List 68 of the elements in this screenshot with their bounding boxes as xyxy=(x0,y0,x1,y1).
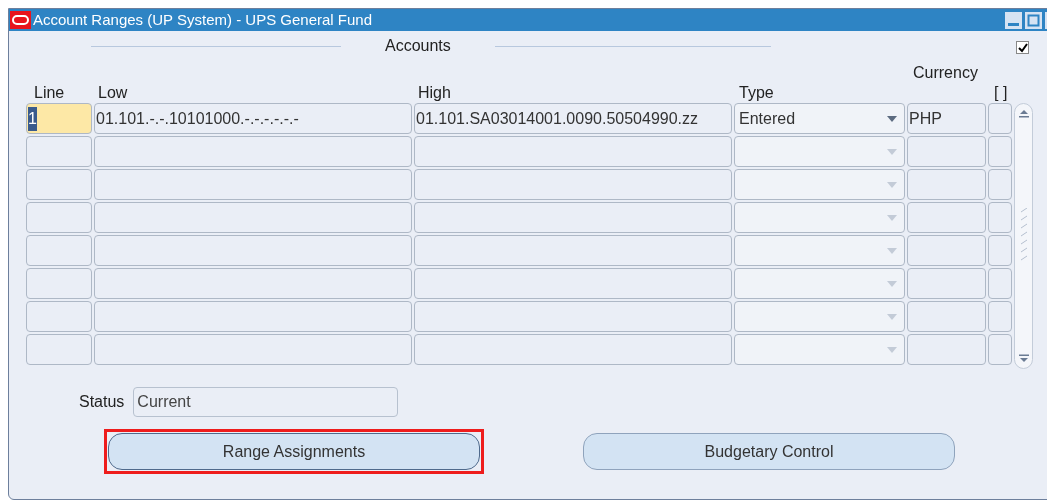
table-cell[interactable] xyxy=(907,169,986,200)
type-dropdown[interactable] xyxy=(734,334,905,365)
type-dropdown[interactable] xyxy=(734,136,905,167)
table-cell[interactable] xyxy=(907,136,986,167)
table-cell[interactable] xyxy=(26,169,92,200)
table-cell[interactable] xyxy=(26,301,92,332)
table-cell[interactable] xyxy=(94,301,412,332)
table-cell[interactable] xyxy=(907,202,986,233)
table-cell[interactable] xyxy=(414,301,732,332)
minimize-icon[interactable] xyxy=(1005,11,1022,29)
action-button[interactable]: Budgetary Control xyxy=(583,433,955,470)
column-header: Currency xyxy=(913,63,978,83)
table-cell[interactable] xyxy=(26,268,92,299)
table-cell[interactable] xyxy=(94,268,412,299)
scrollbar[interactable] xyxy=(1014,103,1033,369)
dropdown-caret-icon[interactable] xyxy=(887,115,897,122)
maximize-icon[interactable] xyxy=(1025,11,1042,29)
window-title: Account Ranges (UP System) - UPS General Fund xyxy=(33,9,374,30)
table-cell[interactable] xyxy=(94,136,412,167)
type-dropdown[interactable] xyxy=(734,301,905,332)
type-dropdown[interactable] xyxy=(734,202,905,233)
table-cell[interactable] xyxy=(94,169,412,200)
table-cell[interactable] xyxy=(907,268,986,299)
column-header: Type xyxy=(739,83,774,103)
column-header: Low xyxy=(98,83,128,103)
table-cell[interactable] xyxy=(26,334,92,365)
table-cell[interactable] xyxy=(988,268,1012,299)
checkbox[interactable] xyxy=(1016,41,1029,54)
action-button[interactable]: Range Assignments xyxy=(108,433,480,470)
table-cell[interactable] xyxy=(907,301,986,332)
column-header: Line xyxy=(34,83,65,103)
table-cell[interactable]: 1 xyxy=(26,103,92,134)
scroll-down-icon[interactable] xyxy=(1017,354,1030,364)
table-cell[interactable] xyxy=(988,103,1012,134)
table-cell[interactable] xyxy=(94,235,412,266)
type-dropdown[interactable] xyxy=(734,268,905,299)
table-cell[interactable] xyxy=(988,169,1012,200)
table-cell[interactable] xyxy=(26,235,92,266)
table-cell[interactable]: 01.101.SA03014001.0090.50504990.zz xyxy=(414,103,732,134)
table-cell[interactable] xyxy=(414,202,732,233)
table-cell[interactable] xyxy=(988,235,1012,266)
table-cell[interactable] xyxy=(988,301,1012,332)
status-field: Current xyxy=(133,387,399,417)
table-cell[interactable] xyxy=(907,235,986,266)
table-cell[interactable] xyxy=(414,235,732,266)
table-cell[interactable] xyxy=(988,334,1012,365)
table-cell[interactable] xyxy=(988,202,1012,233)
type-dropdown[interactable] xyxy=(734,169,905,200)
scroll-up-icon[interactable] xyxy=(1017,108,1030,118)
table-cell[interactable]: 01.101.-.-.10101000.-.-.-.-.-.- xyxy=(94,103,412,134)
table-cell[interactable] xyxy=(26,202,92,233)
table-cell[interactable] xyxy=(414,268,732,299)
table-cell[interactable] xyxy=(414,334,732,365)
app-logo-icon xyxy=(10,11,31,29)
table-cell[interactable] xyxy=(94,202,412,233)
type-dropdown[interactable] xyxy=(734,235,905,266)
table-cell[interactable] xyxy=(907,334,986,365)
section-title: Accounts xyxy=(385,36,451,56)
column-header: [ ] xyxy=(994,83,1008,103)
table-cell[interactable] xyxy=(94,334,412,365)
table-cell[interactable] xyxy=(414,169,732,200)
table-cell[interactable] xyxy=(26,136,92,167)
column-header: High xyxy=(418,83,451,103)
status-label: Status xyxy=(79,392,125,412)
table-cell[interactable] xyxy=(414,136,732,167)
table-cell[interactable] xyxy=(988,136,1012,167)
type-dropdown[interactable]: Entered xyxy=(734,103,905,134)
table-cell[interactable]: PHP xyxy=(907,103,986,134)
